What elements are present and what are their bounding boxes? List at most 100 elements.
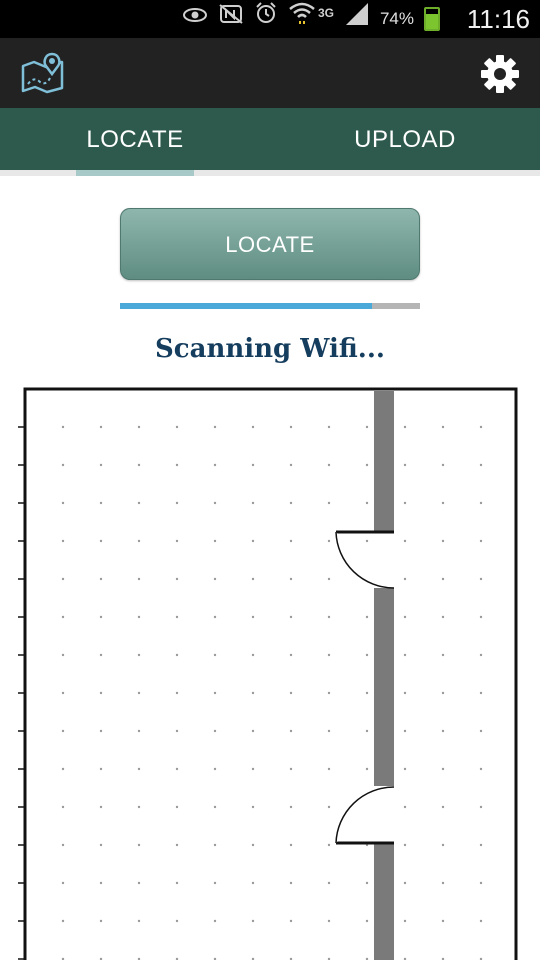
grid-dot (289, 463, 293, 467)
grid-dot (251, 767, 255, 771)
grid-dot (479, 577, 483, 581)
grid-dot (137, 767, 141, 771)
grid-dot (441, 653, 445, 657)
grid-dot (175, 463, 179, 467)
grid-dot (441, 425, 445, 429)
grid-dot (365, 691, 369, 695)
map-pin-icon[interactable] (20, 52, 66, 94)
grid-dot (441, 805, 445, 809)
grid-dot (327, 881, 331, 885)
grid-dot (251, 577, 255, 581)
tab-upload[interactable]: UPLOAD (270, 108, 540, 170)
wifi-icon (288, 0, 316, 38)
grid-dot (403, 729, 407, 733)
locate-button[interactable]: LOCATE (120, 208, 420, 280)
grid-dot (479, 501, 483, 505)
gear-icon[interactable] (480, 54, 520, 94)
grid-dot (327, 501, 331, 505)
status-icons: 3G 74% (182, 0, 440, 38)
grid-dot (213, 577, 217, 581)
grid-dot (365, 729, 369, 733)
grid-dot (441, 729, 445, 733)
grid-dot (251, 653, 255, 657)
grid-dot (137, 501, 141, 505)
grid-dot (99, 881, 103, 885)
grid-dot (441, 767, 445, 771)
grid-dot (99, 539, 103, 543)
grid-dot (137, 425, 141, 429)
grid-dot (289, 767, 293, 771)
grid-dot (213, 691, 217, 695)
grid-dot (479, 843, 483, 847)
grid-dot (403, 463, 407, 467)
grid-dot (251, 881, 255, 885)
grid-dot (137, 729, 141, 733)
grid-dot (327, 425, 331, 429)
scan-status-text: Scanning Wifi... (155, 334, 385, 364)
floor-plan-canvas[interactable] (0, 384, 540, 960)
grid-dot (99, 463, 103, 467)
grid-dot (213, 881, 217, 885)
grid-dot (479, 691, 483, 695)
grid-dot (137, 691, 141, 695)
battery-icon (424, 7, 440, 31)
grid-dot (289, 805, 293, 809)
grid-dot (251, 539, 255, 543)
grid-dot (289, 919, 293, 923)
grid-dot (175, 881, 179, 885)
grid-dot (99, 919, 103, 923)
grid-dot (479, 463, 483, 467)
grid-dot (61, 615, 65, 619)
grid-dot (213, 425, 217, 429)
grid-dot (213, 919, 217, 923)
grid-dot (441, 501, 445, 505)
wall-segment (374, 391, 394, 532)
grid-dot (61, 463, 65, 467)
grid-dot (99, 843, 103, 847)
grid-dot (137, 653, 141, 657)
grid-dot (365, 653, 369, 657)
grid-dot (175, 577, 179, 581)
door-icon (335, 786, 395, 845)
grid-dot (365, 919, 369, 923)
grid-dot (289, 577, 293, 581)
grid-dot (327, 691, 331, 695)
grid-dot (327, 615, 331, 619)
grid-dot (479, 615, 483, 619)
grid-dot (289, 539, 293, 543)
grid-dot (99, 767, 103, 771)
tab-locate[interactable]: LOCATE (0, 108, 270, 170)
door-icon (335, 530, 395, 589)
grid-dot (289, 881, 293, 885)
grid-dot (403, 691, 407, 695)
grid-dot (403, 577, 407, 581)
grid-dot (61, 729, 65, 733)
grid-dot (61, 539, 65, 543)
grid-dot (251, 919, 255, 923)
grid-dot (61, 425, 65, 429)
grid-dot (175, 919, 179, 923)
grid-dot (327, 653, 331, 657)
grid-dot (175, 425, 179, 429)
grid-dot (175, 843, 179, 847)
grid-dot (175, 767, 179, 771)
grid-dot (99, 615, 103, 619)
grid-dot (403, 843, 407, 847)
grid-dot (137, 577, 141, 581)
grid-dot (99, 501, 103, 505)
grid-dot (441, 577, 445, 581)
tab-selected-indicator (76, 170, 194, 176)
grid-dot (441, 463, 445, 467)
tab-bar: LOCATE UPLOAD (0, 108, 540, 170)
grid-dot (213, 501, 217, 505)
grid-dot (137, 919, 141, 923)
action-bar (0, 38, 540, 108)
grid-dot (175, 501, 179, 505)
grid-dot (479, 805, 483, 809)
grid-dot (289, 843, 293, 847)
grid-dot (441, 881, 445, 885)
wall-segment (374, 843, 394, 960)
grid-dot (251, 463, 255, 467)
floor-plan-map[interactable] (0, 384, 540, 960)
grid-dot (137, 615, 141, 619)
